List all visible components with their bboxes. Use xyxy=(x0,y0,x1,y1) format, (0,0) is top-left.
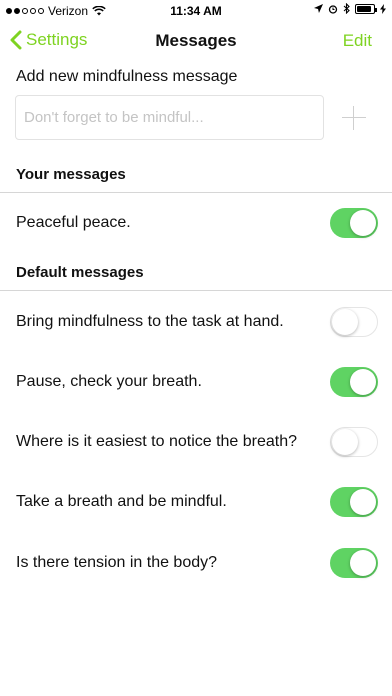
add-message-button[interactable] xyxy=(340,104,368,132)
message-label: Peaceful peace. xyxy=(16,214,131,231)
message-toggle[interactable] xyxy=(330,548,378,578)
toggle-knob xyxy=(350,369,376,395)
toggle-knob xyxy=(332,308,358,335)
message-label: Bring mindfulness to the task at hand. xyxy=(16,313,284,330)
toggle-knob xyxy=(350,550,376,576)
message-toggle[interactable] xyxy=(330,208,378,238)
charging-icon xyxy=(380,3,386,14)
message-row: Where is it easiest to notice the breath… xyxy=(0,412,392,472)
message-toggle[interactable] xyxy=(330,307,378,337)
section-header-default-messages: Default messages xyxy=(16,264,144,281)
page-title: Messages xyxy=(155,31,237,50)
navigation-bar: Settings Messages Edit xyxy=(0,22,392,60)
message-label: Pause, check your breath. xyxy=(16,373,202,390)
message-row: Bring mindfulness to the task at hand. xyxy=(0,292,392,352)
toggle-knob xyxy=(332,428,358,455)
add-message-label: Add new mindfulness message xyxy=(16,68,238,85)
toggle-knob xyxy=(350,210,376,236)
message-row: Peaceful peace. xyxy=(0,193,392,253)
message-label: Is there tension in the body? xyxy=(16,554,218,571)
message-toggle[interactable] xyxy=(330,487,378,517)
new-message-input[interactable] xyxy=(15,95,324,140)
message-row: Pause, check your breath. xyxy=(0,352,392,412)
battery-icon xyxy=(355,3,377,14)
toggle-knob xyxy=(350,489,376,515)
message-row: Take a breath and be mindful. xyxy=(0,472,392,532)
alarm-icon xyxy=(328,4,338,14)
status-bar: Verizon 11:34 AM xyxy=(0,0,392,22)
section-divider xyxy=(0,290,392,291)
location-icon xyxy=(314,4,323,13)
status-icons xyxy=(314,3,386,14)
bluetooth-icon xyxy=(343,3,350,14)
message-label: Take a breath and be mindful. xyxy=(16,493,227,510)
edit-button[interactable]: Edit xyxy=(343,31,372,51)
message-label: Where is it easiest to notice the breath… xyxy=(16,433,298,450)
section-header-your-messages: Your messages xyxy=(16,166,126,183)
message-toggle[interactable] xyxy=(330,427,378,457)
message-row: Is there tension in the body? xyxy=(0,533,392,593)
message-toggle[interactable] xyxy=(330,367,378,397)
